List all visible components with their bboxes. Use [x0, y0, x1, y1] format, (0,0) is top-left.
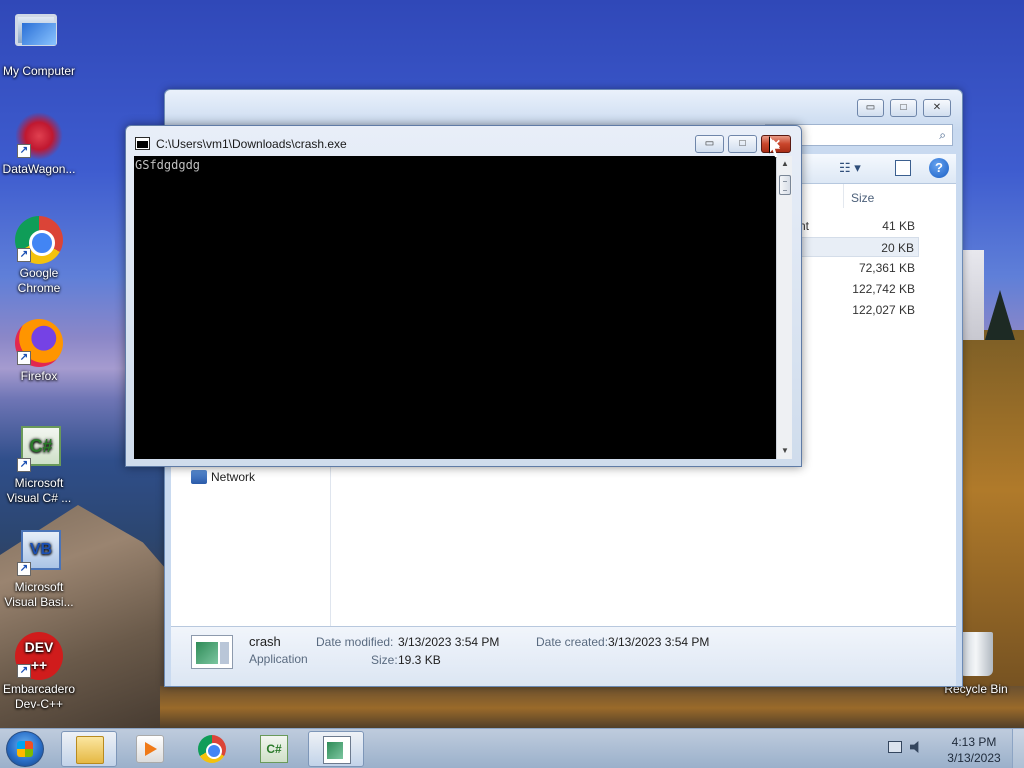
desktop-icon-firefox[interactable]: ↗ Firefox — [1, 319, 77, 384]
shortcut-arrow-icon: ↗ — [17, 351, 31, 365]
clock[interactable]: 4:13 PM 3/13/2023 — [940, 734, 1008, 766]
nav-item-network[interactable]: Network — [191, 470, 255, 484]
application-icon — [191, 635, 233, 669]
console-output[interactable]: GSfdgdgdg — [134, 156, 776, 459]
desktop-icon-label: Microsoft Visual Basi... — [4, 580, 74, 609]
taskbar-app-explorer[interactable] — [61, 731, 117, 767]
details-date-modified: 3/13/2023 3:54 PM — [398, 635, 500, 649]
change-view-icon[interactable]: ☷ ▾ — [839, 160, 861, 176]
file-row[interactable]: 122,742 KB — [799, 279, 919, 299]
media-player-icon — [136, 735, 164, 763]
desktop-icon-google-chrome[interactable]: ↗ Google Chrome — [1, 216, 77, 296]
file-row[interactable]: 20 KB — [799, 237, 919, 257]
desktop-icon-label: Microsoft Visual C# ... — [6, 476, 72, 505]
start-button[interactable] — [6, 731, 44, 767]
details-file-name: crash — [249, 634, 281, 649]
details-size-label: Size: — [371, 653, 398, 667]
computer-icon — [15, 14, 63, 62]
network-icon — [191, 470, 207, 484]
column-header-size[interactable]: Size — [851, 191, 874, 205]
system-tray — [888, 741, 922, 755]
taskbar-app-crash-console[interactable] — [308, 731, 364, 767]
taskbar-app-media-player[interactable] — [122, 731, 178, 767]
datawagon-icon: ↗ — [15, 112, 63, 160]
firefox-icon: ↗ — [15, 319, 63, 367]
explorer-close-button[interactable]: ✕ — [923, 99, 951, 117]
folder-icon — [76, 736, 104, 764]
details-date-modified-label: Date modified: — [316, 635, 394, 649]
console-scrollbar[interactable]: ▲ ▼ — [776, 156, 792, 459]
desktop-icon-my-computer[interactable]: My Computer — [1, 8, 77, 79]
desktop-icon-label: My Computer — [2, 64, 76, 78]
file-row[interactable]: 122,027 KB — [799, 300, 919, 320]
help-icon[interactable]: ? — [929, 158, 949, 178]
taskbar: C# 4:13 PM 3/13/2023 — [0, 728, 1024, 768]
preview-pane-icon[interactable] — [895, 160, 911, 176]
explorer-minimize-button[interactable]: ▭ — [857, 99, 884, 117]
console-title: C:\Users\vm1\Downloads\crash.exe — [156, 137, 347, 151]
desktop-icon-label: DataWagon... — [2, 162, 76, 176]
show-desktop-button[interactable] — [1012, 729, 1024, 768]
visual-basic-icon: VB ↗ — [15, 530, 63, 578]
scroll-down-icon[interactable]: ▼ — [777, 443, 793, 459]
network-icon[interactable] — [888, 741, 902, 753]
details-pane: crash Application Date modified: 3/13/20… — [171, 626, 956, 686]
visual-csharp-icon: C# — [260, 735, 288, 763]
search-icon[interactable]: ⌕ — [939, 128, 946, 143]
shortcut-arrow-icon: ↗ — [17, 248, 31, 262]
volume-icon[interactable] — [910, 741, 919, 753]
scroll-up-icon[interactable]: ▲ — [777, 156, 793, 172]
desktop-icon-visual-csharp[interactable]: C# ↗ Microsoft Visual C# ... — [1, 426, 77, 506]
desktop-icon-label: Embarcadero Dev-C++ — [2, 682, 76, 711]
desktop-icon-visual-basic[interactable]: VB ↗ Microsoft Visual Basi... — [1, 530, 77, 610]
scroll-thumb[interactable] — [779, 175, 791, 195]
shortcut-arrow-icon: ↗ — [17, 664, 31, 678]
details-file-type: Application — [249, 652, 308, 666]
details-date-created: 3/13/2023 3:54 PM — [608, 635, 710, 649]
desktop-icon-datawagon[interactable]: ↗ DataWagon... — [1, 112, 77, 177]
desktop-icon-devcpp[interactable]: DEV ++ ↗ Embarcadero Dev-C++ — [1, 632, 77, 712]
shortcut-arrow-icon: ↗ — [17, 458, 31, 472]
shortcut-arrow-icon: ↗ — [17, 144, 31, 158]
console-icon[interactable] — [135, 137, 150, 150]
taskbar-app-visual-csharp[interactable]: C# — [246, 731, 302, 767]
devcpp-icon: DEV ++ ↗ — [15, 632, 63, 680]
visual-csharp-icon: C# ↗ — [15, 426, 63, 474]
clock-time: 4:13 PM — [951, 735, 997, 749]
wallpaper-lighthouse — [962, 250, 984, 340]
chrome-icon — [198, 735, 226, 763]
details-date-created-label: Date created: — [536, 635, 609, 649]
wallpaper-tree — [985, 290, 1015, 340]
explorer-maximize-button[interactable]: □ — [890, 99, 917, 117]
file-row[interactable]: nt 41 KB — [799, 216, 919, 236]
desktop-icon-label: Google Chrome — [17, 266, 61, 295]
details-size: 19.3 KB — [398, 653, 441, 667]
wallpaper-shore — [160, 686, 1024, 730]
clock-date: 3/13/2023 — [947, 751, 1001, 765]
console-minimize-button[interactable]: ▭ — [695, 135, 724, 153]
console-window[interactable]: C:\Users\vm1\Downloads\crash.exe ▭ □ ✕ G… — [125, 125, 802, 467]
chrome-icon: ↗ — [15, 216, 63, 264]
console-maximize-button[interactable]: □ — [728, 135, 757, 153]
taskbar-app-chrome[interactable] — [184, 731, 240, 767]
console-icon — [323, 736, 351, 764]
shortcut-arrow-icon: ↗ — [17, 562, 31, 576]
file-row[interactable]: 72,361 KB — [799, 258, 919, 278]
desktop-icon-label: Firefox — [20, 369, 58, 383]
console-output-text: GSfdgdgdg — [135, 158, 201, 172]
column-separator[interactable] — [843, 184, 844, 208]
